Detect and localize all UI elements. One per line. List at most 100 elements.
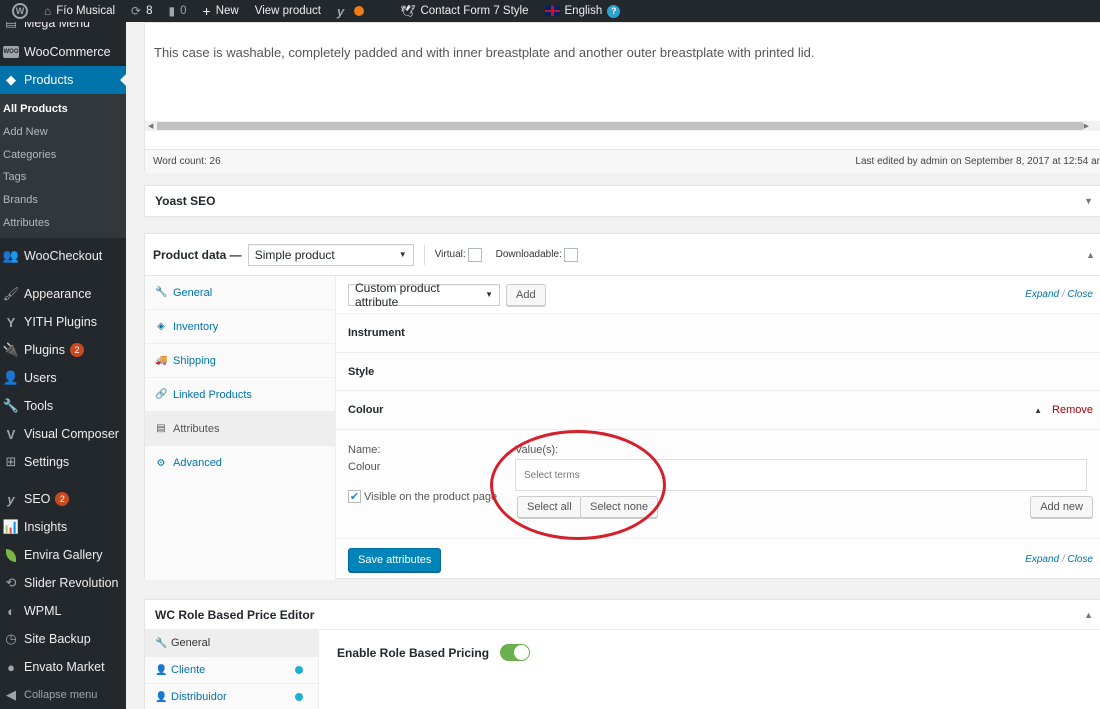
downloadable-checkbox[interactable] [563, 247, 578, 262]
virtual-checkbox[interactable] [467, 247, 482, 262]
menu-plugins[interactable]: 🔌 Plugins 2 [0, 336, 126, 364]
menu-envira-gallery[interactable]: Envira Gallery [0, 541, 126, 569]
wrench-icon: 🔧 [155, 287, 168, 298]
menu-settings[interactable]: ⊞ Settings [0, 448, 126, 476]
role-tab-general[interactable]: 🔧 General [145, 630, 318, 657]
home-icon: ⌂ [44, 4, 52, 18]
submenu-attributes[interactable]: Attributes [0, 211, 126, 234]
submenu-brands[interactable]: Brands [0, 189, 126, 212]
role-pricing-toggle[interactable] [500, 644, 531, 661]
editor-horizontal-scrollbar[interactable]: ◀ ▶ [145, 121, 1100, 131]
editor-status-bar: Word count: 26 Last edited by admin on S… [145, 149, 1100, 173]
tab-advanced[interactable]: ⚙ Advanced [145, 446, 335, 480]
last-edited: Last edited by admin on September 8, 201… [855, 156, 1100, 167]
submenu-add-new[interactable]: Add New [0, 121, 126, 144]
submenu-tags[interactable]: Tags [0, 166, 126, 189]
comment-icon: ▮ [168, 4, 176, 18]
user-icon: 👤 [2, 370, 20, 386]
add-new-term-button[interactable]: Add new [1030, 496, 1093, 519]
refresh-icon: ⟲ [5, 575, 17, 591]
expand-link[interactable]: Expand [1025, 554, 1059, 565]
attributes-footer: Save attributes Expand / Close [336, 539, 1100, 580]
yoast-seo-panel[interactable]: Yoast SEO ▼ [144, 185, 1100, 217]
menu-envato-market[interactable]: ● Envato Market [0, 653, 126, 681]
expand-close-links-footer: Expand / Close [1025, 554, 1093, 566]
new-content-link[interactable]: + New [195, 0, 247, 22]
chevron-up-icon[interactable]: ▲ [1034, 406, 1042, 415]
tab-attributes[interactable]: ▤ Attributes [145, 412, 335, 446]
scroll-left-icon[interactable]: ◀ [148, 122, 153, 130]
wc-role-title: WC Role Based Price Editor [155, 607, 315, 622]
menu-site-backup[interactable]: ◷ Site Backup [0, 625, 126, 653]
submenu-categories[interactable]: Categories [0, 143, 126, 166]
scroll-thumb[interactable] [157, 122, 1083, 130]
add-attribute-button[interactable]: Add [506, 283, 546, 306]
help-icon[interactable]: ? [607, 4, 621, 18]
menu-yith-plugins[interactable]: Y YITH Plugins [0, 308, 126, 336]
wp-logo-button[interactable]: W [0, 0, 36, 22]
chevron-up-icon[interactable]: ▲ [1084, 610, 1093, 620]
settings-icon: ⊞ [5, 454, 17, 470]
tab-inventory[interactable]: ◈ Inventory [145, 310, 335, 344]
downloadable-label: Downloadable: [495, 249, 562, 260]
yoast-panel-title: Yoast SEO [155, 194, 216, 208]
expand-link[interactable]: Expand [1025, 289, 1059, 300]
site-name: Fío Musical [56, 5, 116, 17]
virtual-label: Virtual: [434, 249, 466, 260]
attribute-name-label: Name: [348, 444, 381, 457]
close-link[interactable]: Close [1067, 554, 1093, 565]
yoast-menu[interactable]: y [329, 0, 372, 22]
close-link[interactable]: Close [1067, 289, 1093, 300]
checkmark-icon[interactable]: ✔ [348, 490, 361, 504]
role-tab-distribuidor[interactable]: 👤 Distribuidor [145, 684, 318, 709]
site-name-link[interactable]: ⌂ Fío Musical [36, 0, 123, 22]
visible-on-product-page[interactable]: ✔ Visible on the product page [348, 490, 497, 504]
menu-products[interactable]: ◆ Products [0, 66, 126, 94]
list-icon: ▤ [156, 423, 166, 434]
admin-sidebar: ▤ Mega Menu WOO WooCommerce ◆ Products A… [0, 14, 126, 709]
select-all-button[interactable]: Select all [517, 496, 582, 519]
attribute-row-instrument[interactable]: Instrument [336, 314, 1100, 353]
menu-appearance[interactable]: 🖌 Appearance [0, 280, 126, 308]
menu-woocheckout[interactable]: 👥 WooCheckout [0, 242, 126, 270]
menu-collapse[interactable]: ◀ Collapse menu [0, 681, 126, 709]
envato-leaf-icon: ● [7, 659, 15, 675]
select-none-button[interactable]: Select none [580, 496, 659, 519]
menu-woocommerce[interactable]: WOO WooCommerce [0, 38, 126, 66]
updates-link[interactable]: ⟳ 8 [123, 0, 160, 22]
chevron-down-icon[interactable]: ▼ [1084, 196, 1093, 206]
gear-icon: ⚙ [156, 457, 166, 469]
attribute-row-style[interactable]: Style [336, 352, 1100, 392]
uk-flag-icon [544, 6, 560, 16]
colour-attribute-details: Name: Colour ✔ Visible on the product pa… [336, 430, 1100, 540]
submenu-all-products[interactable]: All Products [0, 98, 126, 121]
menu-tools[interactable]: 🔧 Tools [0, 392, 126, 420]
chevron-up-icon[interactable]: ▲ [1086, 250, 1095, 260]
attribute-row-colour[interactable]: Colour ▲ Remove [336, 391, 1100, 431]
menu-users[interactable]: 👤 Users [0, 364, 126, 392]
role-tab-cliente[interactable]: 👤 Cliente [145, 657, 318, 684]
product-type-select[interactable]: Simple product ▼ [247, 243, 414, 266]
tab-linked-products[interactable]: 🔗 Linked Products [145, 378, 335, 412]
wc-role-header[interactable]: WC Role Based Price Editor ▲ [145, 600, 1100, 630]
contact-form-label: Contact Form 7 Style [420, 5, 529, 17]
attribute-taxonomy-select[interactable]: Custom product attribute ▼ [348, 281, 500, 309]
menu-visual-composer[interactable]: V Visual Composer [0, 420, 126, 448]
view-product-link[interactable]: View product [247, 0, 329, 22]
attribute-name-value: Colour [348, 461, 381, 474]
editor-content[interactable]: This case is washable, completely padded… [154, 45, 815, 60]
tab-general[interactable]: 🔧 General [145, 276, 335, 310]
save-attributes-button[interactable]: Save attributes [348, 547, 442, 572]
contact-form-link[interactable]: 🕊 Contact Form 7 Style [392, 0, 536, 22]
menu-insights[interactable]: 📊 Insights [0, 513, 126, 541]
tab-shipping[interactable]: 🚚 Shipping [145, 344, 335, 378]
scroll-right-icon[interactable]: ▶ [1084, 122, 1089, 130]
user-icon: 👤 [155, 691, 168, 703]
select-terms-input[interactable]: Select terms [515, 459, 1087, 492]
menu-wpml[interactable]: ◐ WPML [0, 597, 126, 625]
remove-attribute-link[interactable]: ▲ Remove [1034, 404, 1093, 416]
comments-link[interactable]: ▮ 0 [161, 0, 195, 22]
menu-slider-revolution[interactable]: ⟲ Slider Revolution [0, 569, 126, 597]
language-switcher[interactable]: English ? [537, 0, 629, 22]
menu-seo[interactable]: y SEO 2 [0, 485, 126, 513]
